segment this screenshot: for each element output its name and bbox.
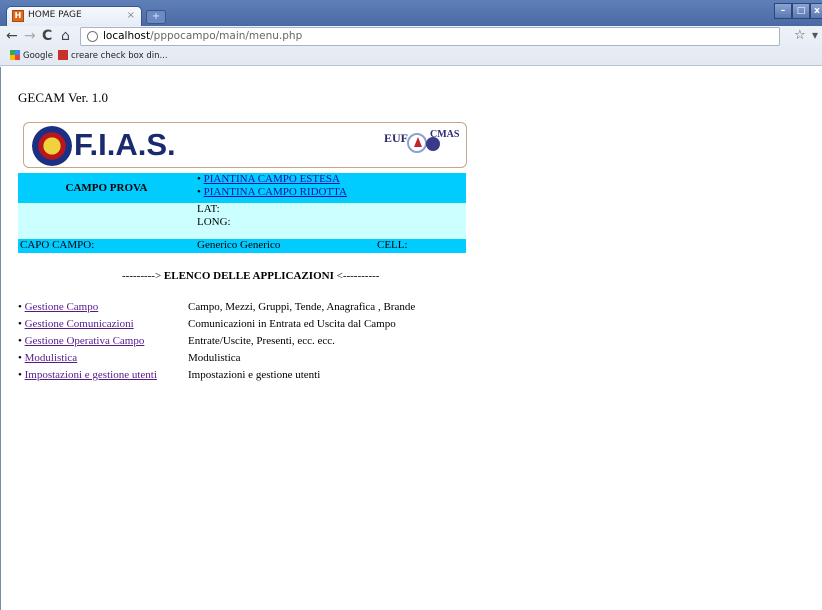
piantina-ridotta-link[interactable]: PIANTINA CAMPO RIDOTTA: [204, 186, 347, 198]
capo-campo-value: Generico Generico: [195, 239, 375, 253]
piantina-estesa-link[interactable]: PIANTINA CAMPO ESTESA: [204, 173, 340, 185]
app-version: GECAM Ver. 1.0: [18, 90, 109, 105]
minimize-icon[interactable]: –: [774, 3, 792, 19]
heading-arrow-left: --------->: [122, 270, 164, 282]
tab-close-icon[interactable]: ×: [127, 10, 135, 21]
back-arrow-icon[interactable]: ←: [6, 28, 18, 44]
apps-heading-title: ELENCO DELLE APPLICAZIONI: [163, 270, 334, 282]
app-description: Entrate/Uscite, Presenti, ecc. ecc.: [188, 335, 335, 347]
url-host: localhost: [103, 30, 151, 42]
ring-logo-icon: [407, 133, 427, 153]
browser-tab[interactable]: H HOME PAGE ×: [6, 6, 142, 26]
cmas-logo: CMAS: [430, 129, 460, 140]
cell-label: CELL:: [375, 239, 466, 253]
browser-toolbar: ← → C ⌂ localhost/pppocampo/main/menu.ph…: [0, 26, 822, 66]
bookmark-page-icon: [58, 50, 68, 60]
bookmark-checkbox[interactable]: creare check box din...: [58, 50, 168, 61]
browser-titlebar: H HOME PAGE × + – □ x: [0, 0, 822, 26]
list-item: • Impostazioni e gestione utenti Imposta…: [18, 369, 321, 381]
wrench-icon[interactable]: ▾: [812, 28, 818, 42]
heading-arrow-right: <----------: [333, 270, 380, 282]
url-text: localhost/pppocampo/main/menu.php: [103, 30, 302, 42]
bookmark-google[interactable]: Google: [10, 50, 53, 61]
lat-label: LAT:: [197, 203, 220, 215]
list-item: • Gestione Operativa Campo Entrate/Uscit…: [18, 335, 335, 347]
list-item: • Gestione Campo Campo, Mezzi, Gruppi, T…: [18, 301, 416, 313]
fias-logo: F.I.A.S.: [74, 127, 176, 162]
tab-title: HOME PAGE: [28, 10, 82, 20]
url-path: /pppocampo/main/menu.php: [150, 30, 303, 42]
google-icon: [10, 50, 20, 60]
campo-links: • PIANTINA CAMPO ESTESA • PIANTINA CAMPO…: [195, 173, 375, 203]
list-item: • Gestione Comunicazioni Comunicazioni i…: [18, 318, 396, 330]
address-bar[interactable]: localhost/pppocampo/main/menu.php: [80, 27, 780, 46]
impostazioni-utenti-link[interactable]: Impostazioni e gestione utenti: [25, 369, 157, 381]
capo-campo-label: CAPO CAMPO:: [18, 239, 195, 253]
close-window-icon[interactable]: x: [810, 3, 822, 19]
page-icon: [87, 31, 98, 42]
apps-heading: ---------> ELENCO DELLE APPLICAZIONI <--…: [122, 270, 379, 282]
new-tab-button[interactable]: +: [146, 10, 166, 24]
maximize-icon[interactable]: □: [792, 3, 810, 19]
list-item: • Modulistica Modulistica: [18, 352, 241, 364]
app-description: Modulistica: [188, 352, 241, 364]
campo-info-table: CAMPO PROVA • PIANTINA CAMPO ESTESA • PI…: [18, 173, 466, 253]
page-content: GECAM Ver. 1.0 F.I.A.S. EUF CMAS CAMPO P…: [0, 67, 822, 610]
campo-name: CAMPO PROVA: [18, 173, 195, 203]
gestione-comunicazioni-link[interactable]: Gestione Comunicazioni: [25, 318, 134, 330]
apps-list: • Gestione Campo Campo, Mezzi, Gruppi, T…: [18, 301, 518, 386]
app-description: Comunicazioni in Entrata ed Uscita dal C…: [188, 318, 396, 330]
bookmark-checkbox-label: creare check box din...: [71, 51, 168, 61]
gestione-operativa-link[interactable]: Gestione Operativa Campo: [25, 335, 145, 347]
header-logo-banner: F.I.A.S. EUF CMAS: [23, 122, 467, 168]
bookmark-google-label: Google: [23, 51, 53, 61]
gestione-campo-link[interactable]: Gestione Campo: [25, 301, 99, 313]
anchor-emblem-icon: [32, 126, 72, 166]
coordinates: LAT: LONG:: [195, 203, 375, 239]
app-description: Impostazioni e gestione utenti: [188, 369, 321, 381]
bookmark-star-icon[interactable]: ☆: [794, 28, 806, 43]
app-description: Campo, Mezzi, Gruppi, Tende, Anagrafica …: [188, 301, 416, 313]
reload-icon[interactable]: C: [42, 28, 52, 44]
home-icon[interactable]: ⌂: [61, 28, 70, 44]
long-label: LONG:: [197, 216, 231, 228]
modulistica-link[interactable]: Modulistica: [25, 352, 78, 364]
euf-logo: EUF: [384, 131, 408, 145]
favicon-icon: H: [12, 10, 24, 22]
forward-arrow-icon[interactable]: →: [24, 28, 36, 44]
